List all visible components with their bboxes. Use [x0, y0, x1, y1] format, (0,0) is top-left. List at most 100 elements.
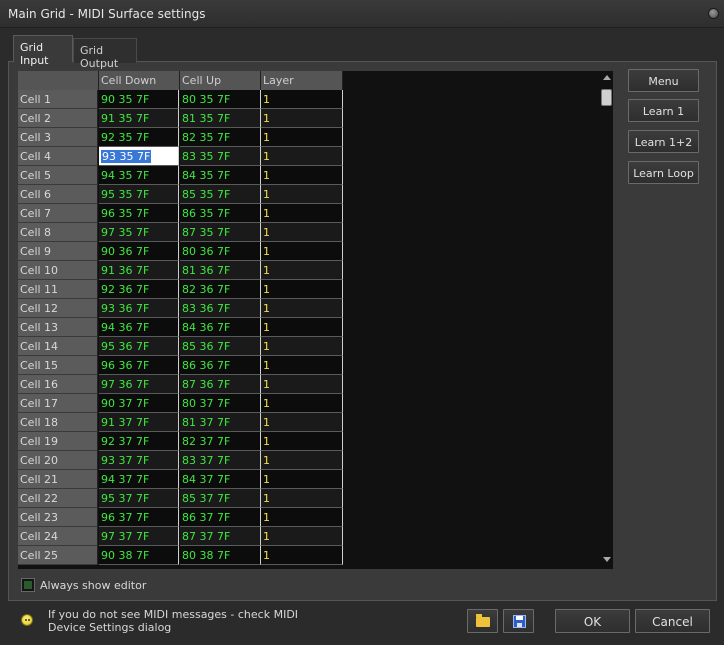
cell-down-value[interactable]: 96 37 7F	[99, 508, 179, 527]
grid-row[interactable]: Cell 1 90 35 7F 80 35 7F 1	[18, 90, 343, 109]
cell-layer-value[interactable]: 1	[261, 128, 343, 147]
cell-layer-value[interactable]: 1	[261, 90, 343, 109]
grid-row[interactable]: Cell 13 94 36 7F 84 36 7F 1	[18, 318, 343, 337]
cell-down-value[interactable]: 91 37 7F	[99, 413, 179, 432]
cell-down-value[interactable]: 94 35 7F	[99, 166, 179, 185]
grid-scrollbar[interactable]	[600, 73, 613, 567]
ok-button[interactable]: OK	[555, 609, 630, 633]
cell-down-value[interactable]: 95 36 7F	[99, 337, 179, 356]
cell-up-value[interactable]: 81 37 7F	[180, 413, 261, 432]
cell-layer-value[interactable]: 1	[261, 432, 343, 451]
cell-down-value[interactable]: 95 37 7F	[99, 489, 179, 508]
cell-down-value[interactable]: 92 36 7F	[99, 280, 179, 299]
cell-up-value[interactable]: 87 37 7F	[180, 527, 261, 546]
cell-layer-value[interactable]: 1	[261, 546, 343, 565]
grid-row[interactable]: Cell 20 93 37 7F 83 37 7F 1	[18, 451, 343, 470]
grid-row[interactable]: Cell 12 93 36 7F 83 36 7F 1	[18, 299, 343, 318]
cell-up-value[interactable]: 82 37 7F	[180, 432, 261, 451]
open-file-button[interactable]	[467, 609, 498, 633]
cell-down-value[interactable]: 91 36 7F	[99, 261, 179, 280]
cell-up-value[interactable]: 85 37 7F	[180, 489, 261, 508]
cell-up-value[interactable]: 82 35 7F	[180, 128, 261, 147]
tab-grid-input[interactable]: Grid Input	[13, 35, 73, 67]
cell-up-value[interactable]: 80 35 7F	[180, 90, 261, 109]
cell-layer-value[interactable]: 1	[261, 489, 343, 508]
grid-row[interactable]: Cell 9 90 36 7F 80 36 7F 1	[18, 242, 343, 261]
cell-up-value[interactable]: 83 36 7F	[180, 299, 261, 318]
cancel-button[interactable]: Cancel	[635, 609, 710, 633]
cell-up-value[interactable]: 87 36 7F	[180, 375, 261, 394]
grid-row[interactable]: Cell 21 94 37 7F 84 37 7F 1	[18, 470, 343, 489]
cell-down-value[interactable]: 93 36 7F	[99, 299, 179, 318]
cell-down-value[interactable]: 95 35 7F	[99, 185, 179, 204]
grid-row[interactable]: Cell 19 92 37 7F 82 37 7F 1	[18, 432, 343, 451]
cell-down-value[interactable]: 92 37 7F	[99, 432, 179, 451]
cell-down-value[interactable]: 97 36 7F	[99, 375, 179, 394]
cell-up-value[interactable]: 84 37 7F	[180, 470, 261, 489]
grid-row[interactable]: Cell 22 95 37 7F 85 37 7F 1	[18, 489, 343, 508]
grid-row[interactable]: Cell 4 93 35 7F 83 35 7F 1	[18, 147, 343, 166]
grid-row[interactable]: Cell 23 96 37 7F 86 37 7F 1	[18, 508, 343, 527]
cell-layer-value[interactable]: 1	[261, 527, 343, 546]
close-window-icon[interactable]	[708, 8, 719, 19]
cell-down-selected-text[interactable]: 93 35 7F	[101, 150, 152, 163]
cell-layer-value[interactable]: 1	[261, 242, 343, 261]
cell-up-value[interactable]: 85 35 7F	[180, 185, 261, 204]
grid-row[interactable]: Cell 3 92 35 7F 82 35 7F 1	[18, 128, 343, 147]
header-cell-up[interactable]: Cell Up	[180, 71, 261, 90]
cell-layer-value[interactable]: 1	[261, 204, 343, 223]
cell-down-value[interactable]: 91 35 7F	[99, 109, 179, 128]
cell-layer-value[interactable]: 1	[261, 147, 343, 166]
cell-up-value[interactable]: 85 36 7F	[180, 337, 261, 356]
cell-layer-value[interactable]: 1	[261, 470, 343, 489]
cell-down-value[interactable]: 90 35 7F	[99, 90, 179, 109]
cell-up-value[interactable]: 84 35 7F	[180, 166, 261, 185]
cell-up-value[interactable]: 81 36 7F	[180, 261, 261, 280]
cell-up-value[interactable]: 80 37 7F	[180, 394, 261, 413]
cell-down-value[interactable]: 94 37 7F	[99, 470, 179, 489]
save-file-button[interactable]	[503, 609, 534, 633]
cell-down-value[interactable]: 97 37 7F	[99, 527, 179, 546]
grid-row[interactable]: Cell 25 90 38 7F 80 38 7F 1	[18, 546, 343, 565]
grid-row[interactable]: Cell 8 97 35 7F 87 35 7F 1	[18, 223, 343, 242]
cell-up-value[interactable]: 87 35 7F	[180, 223, 261, 242]
learn-1-2-button[interactable]: Learn 1+2	[628, 130, 699, 153]
cell-layer-value[interactable]: 1	[261, 280, 343, 299]
scroll-up-icon[interactable]	[603, 75, 611, 80]
grid-row[interactable]: Cell 7 96 35 7F 86 35 7F 1	[18, 204, 343, 223]
always-show-editor-checkbox[interactable]	[21, 578, 35, 592]
cell-up-value[interactable]: 82 36 7F	[180, 280, 261, 299]
cell-up-value[interactable]: 81 35 7F	[180, 109, 261, 128]
cell-down-value[interactable]: 96 35 7F	[99, 204, 179, 223]
cell-layer-value[interactable]: 1	[261, 394, 343, 413]
cell-up-value[interactable]: 86 35 7F	[180, 204, 261, 223]
grid-row[interactable]: Cell 10 91 36 7F 81 36 7F 1	[18, 261, 343, 280]
learn-1-button[interactable]: Learn 1	[628, 99, 699, 122]
cell-down-value[interactable]: 90 36 7F	[99, 242, 179, 261]
grid-row[interactable]: Cell 18 91 37 7F 81 37 7F 1	[18, 413, 343, 432]
cell-up-value[interactable]: 83 35 7F	[180, 147, 261, 166]
cell-layer-value[interactable]: 1	[261, 223, 343, 242]
grid-row[interactable]: Cell 11 92 36 7F 82 36 7F 1	[18, 280, 343, 299]
grid-row[interactable]: Cell 5 94 35 7F 84 35 7F 1	[18, 166, 343, 185]
grid-row[interactable]: Cell 17 90 37 7F 80 37 7F 1	[18, 394, 343, 413]
cell-up-value[interactable]: 86 37 7F	[180, 508, 261, 527]
tab-grid-output[interactable]: Grid Output	[73, 38, 137, 70]
cell-up-value[interactable]: 84 36 7F	[180, 318, 261, 337]
cell-down-value[interactable]: 94 36 7F	[99, 318, 179, 337]
cell-layer-value[interactable]: 1	[261, 318, 343, 337]
cell-layer-value[interactable]: 1	[261, 337, 343, 356]
cell-layer-value[interactable]: 1	[261, 451, 343, 470]
grid-row[interactable]: Cell 6 95 35 7F 85 35 7F 1	[18, 185, 343, 204]
grid-row[interactable]: Cell 16 97 36 7F 87 36 7F 1	[18, 375, 343, 394]
cell-layer-value[interactable]: 1	[261, 356, 343, 375]
cell-up-value[interactable]: 80 36 7F	[180, 242, 261, 261]
grid-row[interactable]: Cell 15 96 36 7F 86 36 7F 1	[18, 356, 343, 375]
menu-button[interactable]: Menu	[628, 69, 699, 92]
cell-up-value[interactable]: 83 37 7F	[180, 451, 261, 470]
cell-down-value[interactable]: 97 35 7F	[99, 223, 179, 242]
cell-layer-value[interactable]: 1	[261, 166, 343, 185]
header-cell-layer[interactable]: Layer	[261, 71, 343, 90]
cell-layer-value[interactable]: 1	[261, 109, 343, 128]
grid-row[interactable]: Cell 14 95 36 7F 85 36 7F 1	[18, 337, 343, 356]
